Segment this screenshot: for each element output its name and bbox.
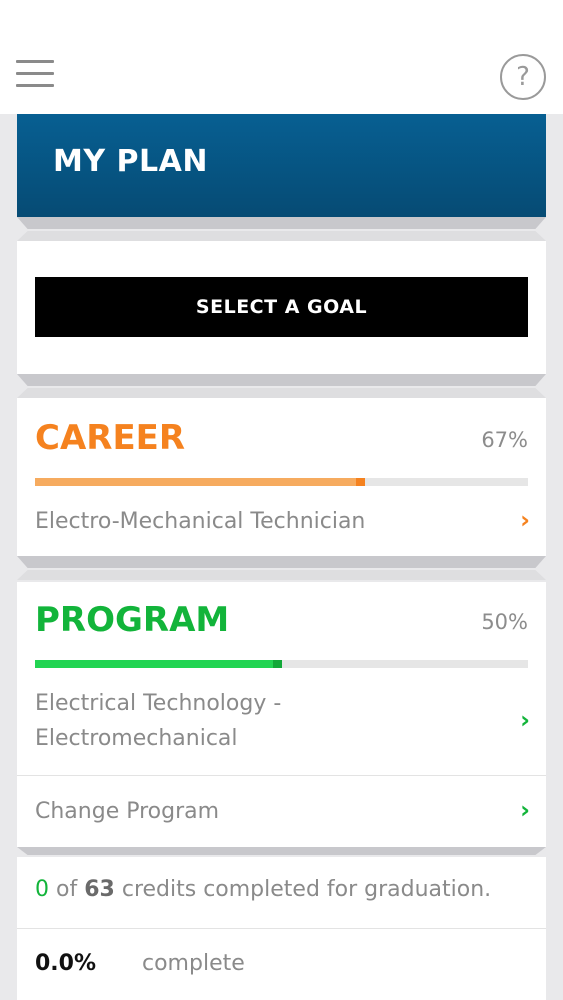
career-progress-fill	[35, 478, 356, 486]
divider	[17, 775, 546, 776]
completion-label: complete	[142, 951, 245, 976]
top-bar: ?	[0, 0, 563, 114]
divider	[17, 928, 546, 929]
career-chevron-right-icon[interactable]: ›	[520, 506, 530, 534]
credits-card: 0 of 63 credits completed for graduation…	[17, 857, 546, 1000]
program-progress-fill	[35, 660, 273, 668]
program-chevron-right-icon[interactable]: ›	[520, 706, 530, 734]
credits-of: of	[56, 877, 78, 902]
completion-row: 0.0% complete	[35, 951, 245, 976]
career-title: CAREER	[35, 418, 186, 458]
program-name-line2: Electromechanical	[35, 726, 238, 751]
credits-suffix: credits completed for graduation.	[121, 877, 492, 902]
card-shadow	[17, 388, 546, 398]
card-shadow	[17, 231, 546, 241]
career-percent: 67%	[481, 428, 528, 452]
completion-percent: 0.0%	[35, 951, 97, 976]
my-plan-header: MY PLAN	[17, 114, 546, 217]
card-shadow	[17, 217, 546, 229]
card-shadow	[17, 847, 546, 855]
help-circle-icon[interactable]: ?	[500, 54, 546, 100]
change-program-link[interactable]: Change Program	[35, 794, 219, 829]
credits-total: 63	[84, 877, 115, 902]
card-shadow	[17, 374, 546, 386]
program-progress-bar	[35, 660, 528, 668]
credits-summary: 0 of 63 credits completed for graduation…	[35, 877, 491, 902]
page-title: MY PLAN	[53, 144, 208, 179]
career-name: Electro-Mechanical Technician	[35, 509, 366, 534]
program-percent: 50%	[481, 610, 528, 634]
career-card: CAREER 67% Electro-Mechanical Technician…	[17, 398, 546, 556]
program-progress-marker	[273, 660, 282, 668]
card-shadow	[17, 570, 546, 580]
goal-card: SELECT A GOAL	[17, 241, 546, 374]
hamburger-menu-icon[interactable]	[16, 60, 54, 88]
career-progress-marker	[356, 478, 365, 486]
program-card: PROGRAM 50% Electrical Technology - Elec…	[17, 582, 546, 847]
card-shadow	[17, 556, 546, 568]
change-program-chevron-right-icon[interactable]: ›	[520, 796, 530, 824]
program-name-line1: Electrical Technology -	[35, 691, 282, 716]
select-goal-button[interactable]: SELECT A GOAL	[35, 277, 528, 337]
program-title: PROGRAM	[35, 600, 230, 640]
program-name[interactable]: Electrical Technology - Electromechanica…	[35, 686, 281, 756]
career-progress-bar	[35, 478, 528, 486]
credits-completed: 0	[35, 877, 49, 902]
